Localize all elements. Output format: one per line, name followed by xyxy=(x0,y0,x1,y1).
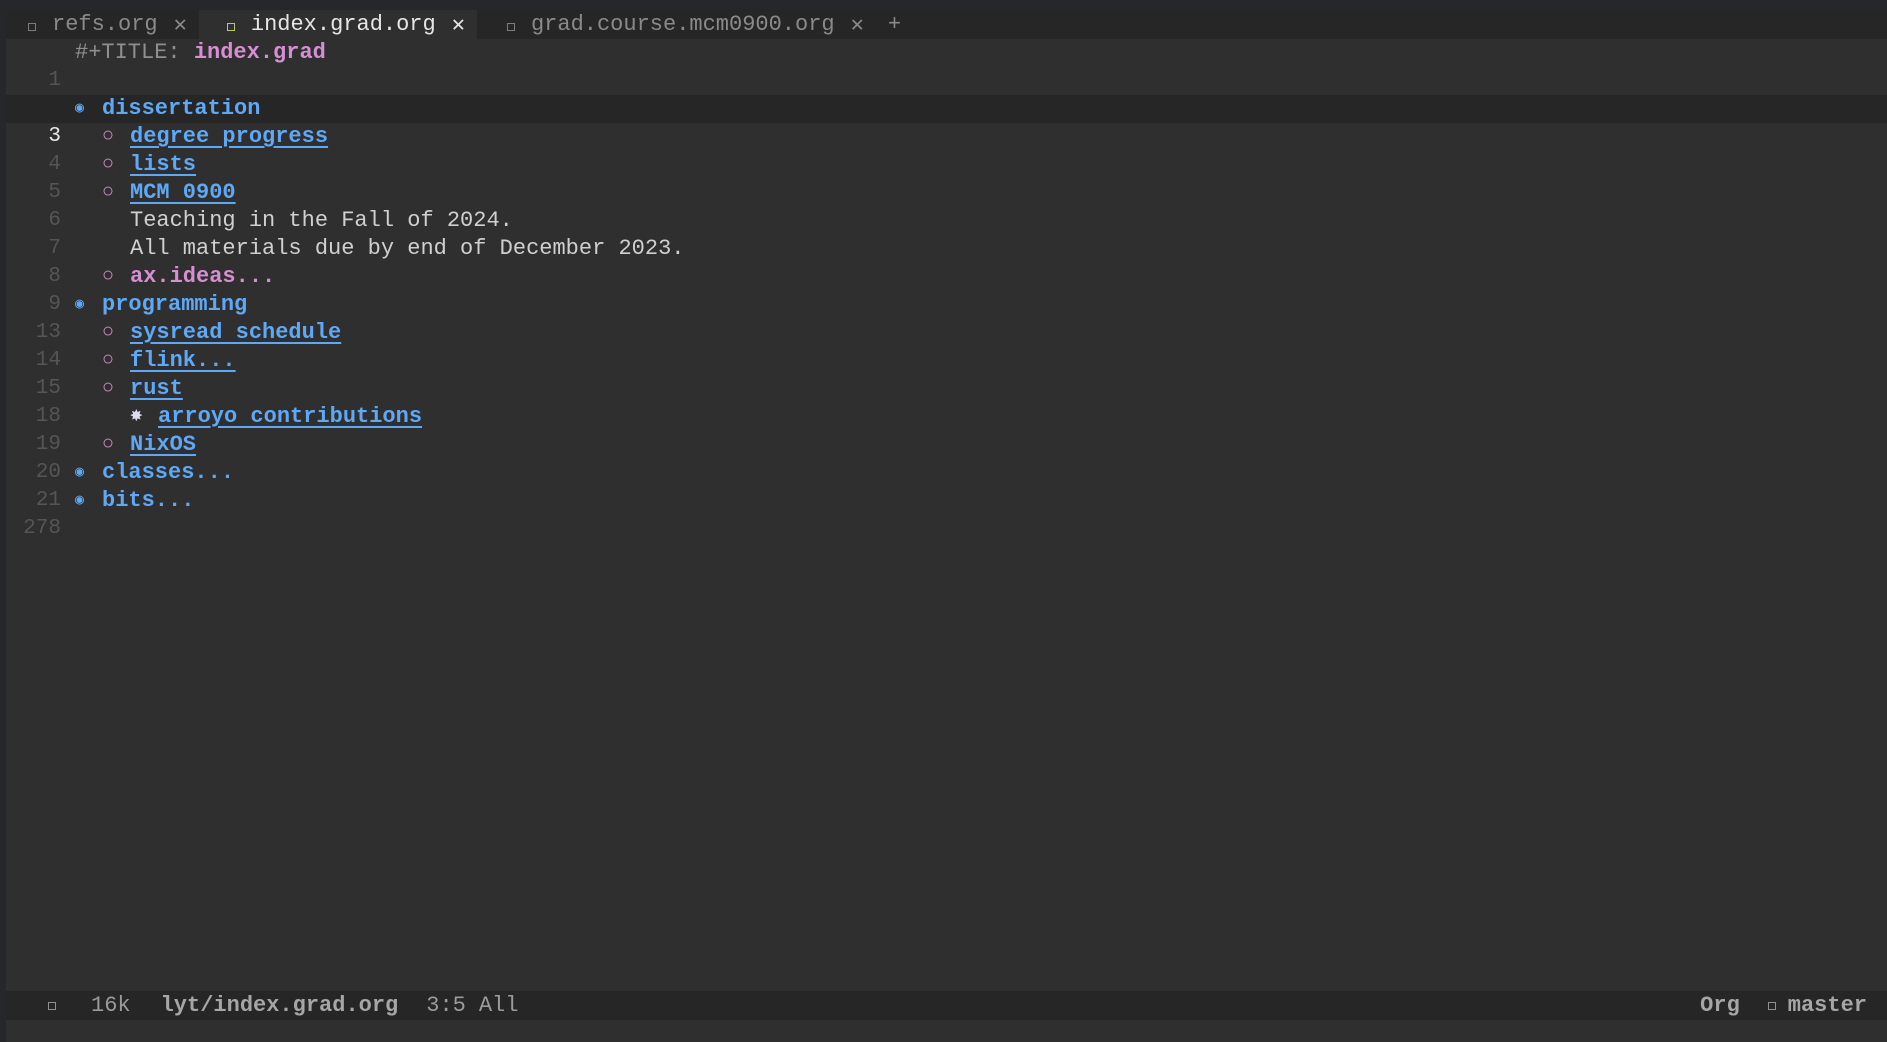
tab-label: index.grad.org xyxy=(250,12,436,37)
buffer-size: 16k xyxy=(91,993,131,1018)
buffer-line[interactable]: 19 ✸ arroyo contributions xyxy=(6,403,1887,456)
subheading-bullet-icon[interactable]: ○ xyxy=(102,151,130,179)
link-nixos[interactable]: NixOS xyxy=(130,431,196,459)
buffer-line[interactable]: 8 All materials due by end of December 2… xyxy=(6,235,1887,288)
tab-label: grad.course.mcm0900.org xyxy=(530,12,835,37)
link-flink[interactable]: flink... xyxy=(130,347,236,375)
folded-heading-classes[interactable]: classes... xyxy=(102,459,234,487)
body-text: All materials due by end of December 202… xyxy=(130,236,685,261)
buffer-line[interactable]: 278 ◉ bits... xyxy=(6,487,1887,540)
subheading-bullet-icon[interactable]: ○ xyxy=(102,123,130,151)
buffer-line[interactable]: 7 Teaching in the Fall of 2024. xyxy=(6,207,1887,260)
tab-label: refs.org xyxy=(52,12,158,37)
file-icon xyxy=(28,22,36,31)
scroll-position: All xyxy=(478,993,519,1018)
close-icon[interactable]: ✕ xyxy=(851,12,864,38)
git-branch-icon xyxy=(1767,1001,1776,1010)
link-rust[interactable]: rust xyxy=(130,375,183,403)
buffer-line[interactable]: 2 xyxy=(6,67,1887,120)
heading-bullet-icon[interactable]: ◉ xyxy=(75,459,102,487)
tab-grad-course-mcm0900-org[interactable]: grad.course.mcm0900.org ✕ xyxy=(477,10,876,39)
buffer-line[interactable]: 21 ◉ classes... xyxy=(6,459,1887,512)
buffer-line[interactable]: 14 ○ sysread schedule xyxy=(6,319,1887,372)
tab-refs-org[interactable]: refs.org ✕ xyxy=(6,10,199,39)
folded-heading-bits[interactable]: bits... xyxy=(102,487,194,515)
buffer-line[interactable]: 18 ○ rust xyxy=(6,375,1887,428)
buffer-line[interactable]: 13 ◉ programming xyxy=(6,291,1887,344)
major-mode[interactable]: Org xyxy=(1700,993,1740,1018)
buffer-line[interactable]: 6 ○ MCM 0900 xyxy=(6,179,1887,232)
subheading-bullet-icon[interactable]: ○ xyxy=(102,375,130,403)
file-icon xyxy=(506,22,515,31)
heading-programming[interactable]: programming xyxy=(102,291,247,319)
buffer-path[interactable]: lyt/index.grad.org xyxy=(161,993,399,1018)
buffer-state-icon xyxy=(48,1001,56,1010)
buffer-line[interactable]: 4 ○ degree progress xyxy=(6,123,1887,176)
file-icon xyxy=(226,22,235,31)
git-branch[interactable]: master xyxy=(1788,993,1867,1018)
subheading-bullet-icon[interactable]: ○ xyxy=(102,431,130,459)
heading-dissertation[interactable]: dissertation xyxy=(102,95,260,123)
heading-bullet-icon[interactable]: ◉ xyxy=(75,95,102,123)
subheading-bullet-icon[interactable]: ○ xyxy=(102,319,130,347)
link-lists[interactable]: lists xyxy=(130,151,196,179)
link-sysread-schedule[interactable]: sysread schedule xyxy=(130,319,341,347)
link-arroyo-contributions[interactable]: arroyo contributions xyxy=(158,403,422,431)
editor-buffer[interactable]: 1 #+TITLE: index.grad 2 3 ◉ dissertation… xyxy=(6,39,1887,540)
buffer-line[interactable]: 15 ○ flink... xyxy=(6,347,1887,400)
cursor-position: 3:5 xyxy=(426,993,466,1018)
editor-window: refs.org ✕ index.grad.org ✕ grad.course.… xyxy=(6,10,1887,1042)
subheading-bullet-icon[interactable]: ○ xyxy=(102,263,130,291)
mode-line: 16k lyt/index.grad.org 3:5 All Org maste… xyxy=(6,991,1887,1020)
buffer-line[interactable]: 20 ○ NixOS xyxy=(6,431,1887,484)
buffer-line[interactable]: 1 #+TITLE: index.grad xyxy=(6,39,1887,92)
close-icon[interactable]: ✕ xyxy=(174,12,187,38)
tab-bar: refs.org ✕ index.grad.org ✕ grad.course.… xyxy=(6,10,1887,39)
tab-index-grad-org[interactable]: index.grad.org ✕ xyxy=(198,10,477,39)
heading-bullet-icon[interactable]: ◉ xyxy=(75,291,102,319)
new-tab-button[interactable]: + xyxy=(876,10,913,39)
folded-heading-ax-ideas[interactable]: ax.ideas... xyxy=(130,263,275,291)
subheading-bullet-icon[interactable]: ○ xyxy=(102,347,130,375)
body-text: Teaching in the Fall of 2024. xyxy=(130,208,513,233)
subheading-bullet-icon[interactable]: ○ xyxy=(102,179,130,207)
link-mcm-0900[interactable]: MCM 0900 xyxy=(130,179,236,207)
link-degree-progress[interactable]: degree progress xyxy=(130,123,328,151)
document-title: index.grad xyxy=(193,40,326,65)
heading-bullet-icon[interactable]: ◉ xyxy=(75,487,102,515)
sub-subheading-bullet-icon[interactable]: ✸ xyxy=(130,403,158,431)
close-icon[interactable]: ✕ xyxy=(452,12,465,38)
title-keyword: #+TITLE: xyxy=(75,40,194,65)
buffer-line[interactable]: 9 ○ ax.ideas... xyxy=(6,263,1887,316)
buffer-line[interactable]: 5 ○ lists xyxy=(6,151,1887,204)
line-number: 278 xyxy=(23,517,61,540)
buffer-line-current[interactable]: 3 ◉ dissertation xyxy=(6,95,1887,148)
